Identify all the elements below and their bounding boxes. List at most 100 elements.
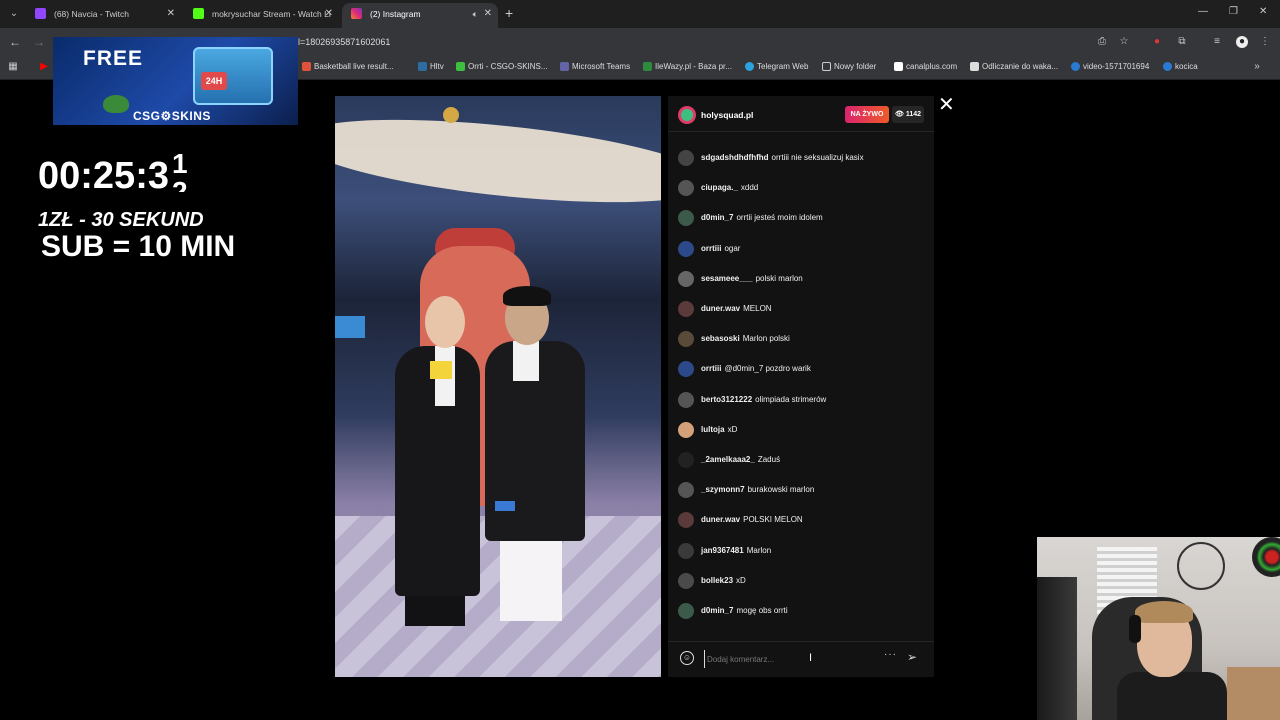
comment-text: orrtiii @d0min_7 pozdro warik: [701, 364, 811, 373]
bookmark-item[interactable]: Orrti - CSGO-SKINS...: [456, 62, 548, 71]
bookmark-label: Basketball live result...: [314, 62, 394, 71]
commenter-avatar[interactable]: [678, 542, 694, 559]
commenter-avatar[interactable]: [678, 512, 694, 529]
tab-twitch[interactable]: (68) Navcia - Twitch ✕: [26, 3, 181, 28]
restore-icon[interactable]: ❐: [1229, 6, 1238, 17]
commenter-username[interactable]: d0min_7: [701, 606, 733, 615]
comment-body: burakowski marlon: [747, 485, 815, 495]
more-bookmarks-icon[interactable]: »: [1251, 61, 1263, 73]
bookmark-star-icon[interactable]: ☆: [1118, 36, 1130, 48]
comment-body: ogar: [724, 243, 741, 253]
install-app-icon[interactable]: ⎙: [1096, 36, 1108, 48]
media-controls-icon[interactable]: ≡: [1211, 36, 1223, 48]
commenter-avatar[interactable]: [678, 270, 694, 287]
extensions-puzzle-icon[interactable]: ⧉: [1176, 36, 1188, 48]
commenter-username[interactable]: orrtiii: [701, 244, 721, 253]
more-options-icon[interactable]: ···: [884, 649, 897, 660]
commenter-username[interactable]: orrtiii: [701, 364, 721, 373]
commenter-avatar[interactable]: [678, 603, 694, 619]
host-avatar[interactable]: [678, 106, 696, 124]
commenter-username[interactable]: bollek23: [701, 576, 733, 585]
tab-kick[interactable]: mokrysuchar Stream - Watch Li ✕: [184, 3, 339, 28]
frog-mascot-image: [103, 95, 129, 113]
close-window-icon[interactable]: ✕: [1259, 6, 1267, 17]
commenter-username[interactable]: jan9367481: [701, 546, 744, 555]
comment-item: sdgadshdhdfhfhd orrtiii nie seksualizuj k…: [678, 148, 928, 168]
comment-text: _szymonn7 burakowski marlon: [701, 485, 814, 494]
commenter-avatar[interactable]: [678, 150, 694, 166]
comment-text: sesameee___ polski marlon: [701, 274, 803, 283]
comment-body: POLSKI MELON: [743, 515, 803, 525]
commenter-username[interactable]: berto3121222: [701, 395, 752, 404]
comment-body: xD: [736, 575, 746, 585]
comment-item: _2amelkaaa2_ Zaduś: [678, 450, 928, 470]
commenter-username[interactable]: sebasoski: [701, 334, 740, 343]
commenter-username[interactable]: sesameee___: [701, 274, 753, 283]
bookmark-item[interactable]: Odliczanie do waka...: [970, 62, 1058, 71]
bookmark-item[interactable]: kocica: [1163, 62, 1198, 71]
commenter-avatar[interactable]: [678, 421, 694, 438]
forward-icon[interactable]: →: [33, 35, 45, 49]
commenter-avatar[interactable]: [678, 240, 694, 257]
commenter-avatar[interactable]: [678, 361, 694, 378]
close-tab-icon[interactable]: ✕: [167, 3, 175, 25]
commenter-username[interactable]: lultoja: [701, 425, 725, 434]
commenter-avatar[interactable]: [678, 331, 694, 348]
commenter-username[interactable]: duner.wav: [701, 515, 740, 524]
bookmark-item[interactable]: video-1571701694: [1071, 62, 1149, 71]
apps-grid-icon[interactable]: ▦: [7, 61, 19, 73]
live-video[interactable]: [335, 96, 661, 677]
back-icon[interactable]: ←: [9, 35, 21, 49]
bookmark-item[interactable]: Hltv: [418, 62, 444, 71]
commenter-username[interactable]: ciupaga._: [701, 183, 738, 192]
comment-list[interactable]: sdgadshdhdfhfhd orrtiii nie seksualizuj k…: [668, 133, 934, 643]
close-tab-icon[interactable]: ✕: [484, 3, 492, 25]
bookmark-label: Hltv: [430, 62, 444, 71]
commenter-username[interactable]: duner.wav: [701, 304, 740, 313]
commenter-username[interactable]: d0min_7: [701, 213, 733, 222]
address-bar-url[interactable]: l=18026935871602061: [298, 37, 390, 47]
commenter-avatar[interactable]: [678, 452, 694, 468]
comment-text: ciupaga._ xddd: [701, 183, 758, 192]
commenter-avatar[interactable]: [678, 301, 694, 317]
bookmark-icon: [643, 62, 652, 71]
emoji-icon[interactable]: ☺: [680, 651, 694, 665]
bookmark-item[interactable]: IleWazy.pl - Baza pr...: [643, 62, 732, 71]
host-username[interactable]: holysquad.pl: [701, 110, 753, 120]
bookmark-item[interactable]: Basketball live result...: [302, 62, 394, 71]
close-icon[interactable]: ✕: [938, 92, 955, 117]
bookmark-item[interactable]: Microsoft Teams: [560, 62, 630, 71]
minimize-icon[interactable]: —: [1198, 6, 1208, 17]
comment-text: orrtiii ogar: [701, 244, 740, 253]
comment-input[interactable]: [704, 650, 854, 668]
youtube-icon[interactable]: ▶: [38, 61, 50, 73]
commenter-avatar[interactable]: [678, 180, 694, 197]
instagram-icon: [351, 8, 362, 19]
profile-avatar[interactable]: ●: [1236, 36, 1248, 48]
commenter-username[interactable]: _szymonn7: [701, 485, 745, 494]
commenter-avatar[interactable]: [678, 391, 694, 408]
comment-item: jan9367481 Marlon: [678, 541, 928, 561]
send-icon[interactable]: ➢: [907, 650, 917, 664]
bookmark-item[interactable]: Telegram Web: [745, 62, 808, 71]
comment-body: Marlon: [746, 545, 772, 555]
bookmark-item[interactable]: Nowy folder: [822, 62, 876, 71]
close-tab-icon[interactable]: ✕: [325, 3, 333, 25]
commenter-username[interactable]: _2amelkaaa2_: [701, 455, 755, 464]
tab-search-icon[interactable]: ⌄: [6, 6, 22, 22]
commenter-avatar[interactable]: [678, 572, 694, 589]
tab-instagram[interactable]: (2) Instagram 🔈︎ ✕: [342, 3, 498, 28]
bookmark-item[interactable]: canalplus.com: [894, 62, 957, 71]
bookmark-icon: [456, 62, 465, 71]
comment-text: berto3121222 olimpiada strimerów: [701, 395, 826, 404]
timer-digit-bottom: 2: [172, 178, 188, 192]
extension-icon[interactable]: ●: [1151, 36, 1163, 48]
browser-menu-icon[interactable]: ⋮: [1259, 36, 1271, 48]
ad-brand: CSG⚙SKINS: [133, 109, 211, 123]
new-tab-icon[interactable]: +: [505, 5, 513, 21]
commenter-avatar[interactable]: [678, 210, 694, 227]
commenter-avatar[interactable]: [678, 482, 694, 499]
speaker-icon[interactable]: 🔈︎: [473, 3, 478, 25]
folder-icon: [822, 62, 831, 71]
commenter-username[interactable]: sdgadshdhdfhfhd: [701, 153, 769, 162]
